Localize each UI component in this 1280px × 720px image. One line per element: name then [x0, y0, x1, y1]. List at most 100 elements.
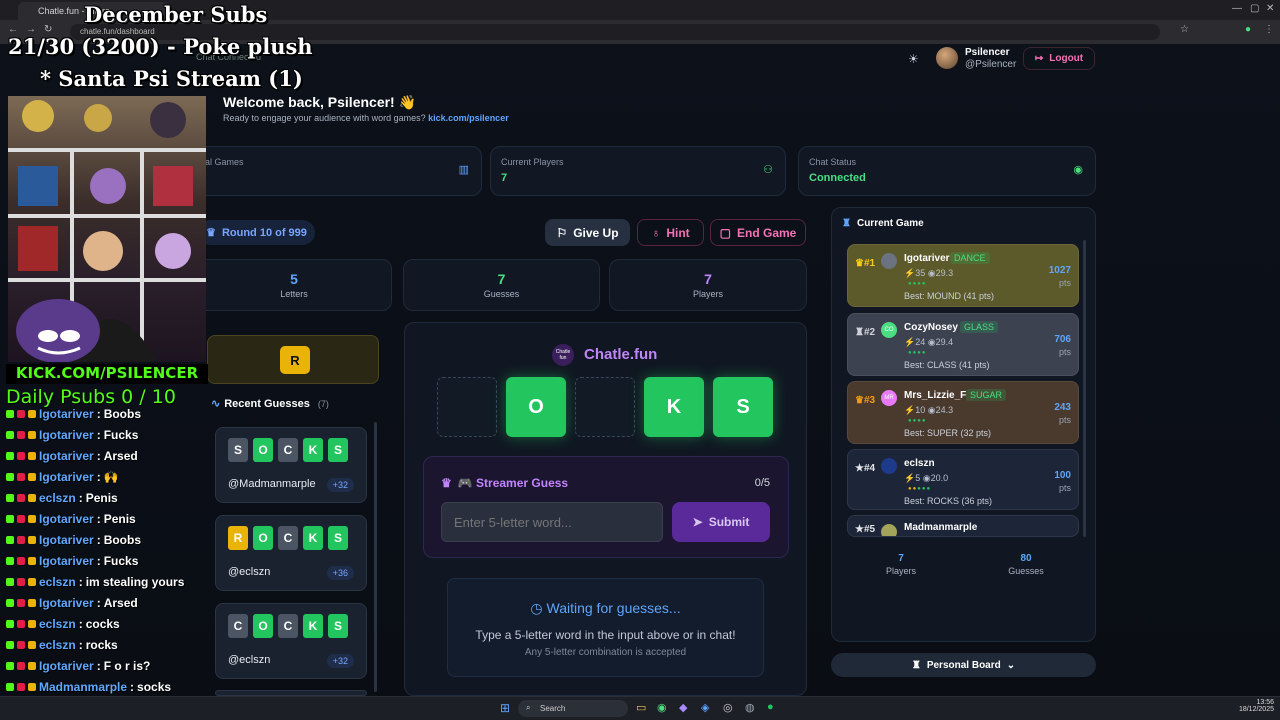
chat-message: Igotariver: 🙌: [6, 466, 119, 487]
send-icon: ➤: [692, 515, 703, 529]
rank-label: #1: [863, 258, 876, 269]
round-badge: ♛ Round 10 of 999: [198, 220, 315, 245]
player-score: 706: [1054, 334, 1071, 345]
guess-input[interactable]: [441, 502, 663, 542]
brand-title: Chatle.fun: [584, 346, 658, 363]
chrome-icon[interactable]: ◉: [657, 701, 667, 714]
give-up-label: Give Up: [573, 225, 619, 240]
chat-separator: :: [96, 448, 101, 463]
spotify-icon[interactable]: ●: [767, 701, 774, 713]
chat-badge-icon: [28, 535, 36, 544]
chat-message: Igotariver: Penis: [6, 508, 136, 529]
progress-dots: ●●●●: [908, 418, 927, 424]
end-game-button[interactable]: ▢ End Game: [710, 219, 806, 246]
chart-icon: ▥: [458, 164, 469, 176]
guess-tile: O: [253, 438, 273, 462]
clock-date: 18/12/2025: [1238, 706, 1274, 713]
chat-message: Igotariver: Arsed: [6, 445, 138, 466]
personal-board-button[interactable]: ♜ Personal Board ⌄: [831, 653, 1096, 677]
guess-card: SOCKS @Madmanmarple +32: [215, 427, 367, 503]
menu-icon[interactable]: ⋮: [1264, 24, 1274, 35]
chat-badge-icon: [17, 661, 25, 670]
minimize-icon[interactable]: —: [1232, 3, 1242, 14]
chat-username: Igotariver: [39, 553, 94, 568]
waiting-panel: ◷ Waiting for guesses... Type a 5-letter…: [447, 578, 764, 677]
chat-badge-icon: [6, 577, 14, 586]
guess-points: +36: [326, 566, 354, 580]
clock-time: 13:56: [1256, 699, 1274, 706]
cg-guesses-label: Guesses: [1008, 566, 1044, 576]
leaderboard-row: ♜#2 CO CozyNosey GLASS ⚡24 ◉29.4 ●●●● Be…: [847, 313, 1079, 376]
cg-players-label: Players: [885, 566, 916, 576]
taskbar: ⊞ ⌕ Search ▭ ◉ ◆ ◈ ◎ ◍ ● 13:56 18/12/202…: [0, 696, 1280, 720]
chat-username: Igotariver: [39, 469, 94, 484]
scrollbar[interactable]: [374, 422, 377, 692]
guess-user: @eclszn: [228, 654, 271, 666]
chat-text: Boobs: [103, 406, 142, 421]
guesses-value: 7: [497, 271, 506, 287]
close-icon[interactable]: ✕: [1266, 3, 1274, 14]
chat-separator: :: [96, 553, 101, 568]
waiting-subtext: Any 5-letter combination is accepted: [524, 647, 687, 658]
logout-button[interactable]: ↦ Logout: [1023, 47, 1095, 70]
chat-badge-icon: [6, 535, 14, 544]
guess-tile: K: [303, 614, 323, 638]
guess-user: @eclszn: [228, 566, 271, 578]
player-pts-label: pts: [1058, 415, 1071, 425]
app-icon[interactable]: ◎: [723, 701, 733, 714]
waiting-title: ◷ Waiting for guesses...: [448, 600, 763, 617]
theme-toggle-icon[interactable]: ☀: [908, 52, 919, 66]
avatar[interactable]: [936, 47, 958, 69]
guess-tile: K: [303, 526, 323, 550]
chat-badge-icon: [17, 514, 25, 523]
guess-tile: S: [328, 614, 348, 638]
taskbar-clock[interactable]: 13:56 18/12/2025: [1234, 699, 1274, 713]
app-icon[interactable]: ◆: [679, 701, 687, 714]
user-handle: @Psilencer: [965, 59, 1017, 70]
progress-dots: ●●●●●: [908, 486, 932, 492]
app-icon[interactable]: ◈: [701, 701, 709, 714]
taskbar-search[interactable]: ⌕ Search: [518, 700, 628, 717]
maximize-icon[interactable]: ▢: [1250, 3, 1259, 14]
windows-start-icon[interactable]: ⊞: [500, 701, 510, 715]
profile-icon[interactable]: ●: [1245, 24, 1251, 35]
clock-icon: ◷: [530, 600, 543, 616]
chat-badge-icon: [28, 661, 36, 670]
chat-text: cocks: [85, 616, 120, 631]
cg-guesses-stat: 80 Guesses: [986, 553, 1066, 576]
current-players-value: 7: [501, 172, 508, 184]
chat-badge-icon: [17, 556, 25, 565]
chat-text: 🙌: [103, 469, 119, 484]
chat-separator: :: [96, 532, 101, 547]
flag-icon: ⚐: [556, 225, 568, 240]
guess-tile: S: [328, 526, 348, 550]
chat-text: im stealing yours: [85, 574, 185, 589]
chat-badge-icon: [17, 598, 25, 607]
give-up-button[interactable]: ⚐ Give Up: [545, 219, 630, 246]
guess-tile: K: [303, 438, 323, 462]
overlay-subs-extra: * Santa Psi Stream (1): [40, 66, 303, 91]
hint-button[interactable]: ♁ Hint: [637, 219, 704, 246]
crown-icon: ♛: [206, 227, 216, 239]
player-score: 1027: [1048, 265, 1071, 276]
progress-dots: ●●●●: [908, 350, 927, 356]
stop-icon: ▢: [719, 225, 731, 240]
overlay-subs-goal: 21/30 (3200) - Poke plush: [8, 34, 313, 59]
steam-icon[interactable]: ◍: [745, 701, 755, 714]
scrollbar[interactable]: [1083, 240, 1086, 537]
channel-link[interactable]: kick.com/psilencer: [428, 113, 509, 123]
guesses-stat: 7 Guesses: [403, 259, 600, 311]
welcome-subtitle: Ready to engage your audience with word …: [223, 113, 509, 123]
player-stats: ⚡24 ◉29.4: [904, 337, 954, 347]
trophy-icon: ♜: [911, 659, 921, 671]
chat-separator: :: [78, 616, 83, 631]
star-icon[interactable]: ☆: [1180, 24, 1189, 35]
file-explorer-icon[interactable]: ▭: [636, 701, 646, 714]
letters-value: 5: [290, 271, 298, 287]
user-name: Psilencer: [965, 47, 1010, 58]
submit-button[interactable]: ➤ Submit: [672, 502, 770, 542]
chatle-logo: Chatle fun: [552, 344, 574, 366]
chat-badge-icon: [17, 619, 25, 628]
chat-badge-icon: [17, 682, 25, 691]
chat-text: Arsed: [103, 595, 138, 610]
